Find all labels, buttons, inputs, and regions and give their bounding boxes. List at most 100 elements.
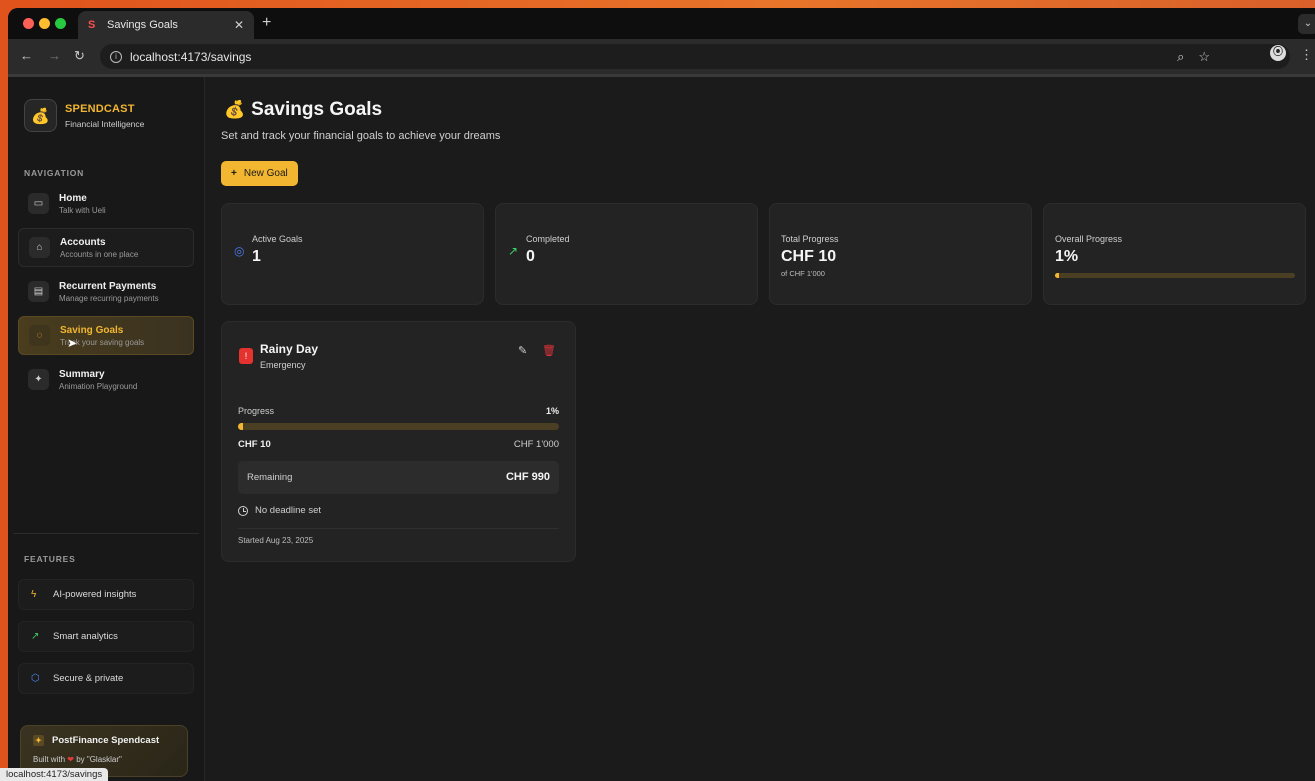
goal-progress-percent: 1% [545, 406, 559, 416]
reload-icon[interactable]: ↻ [74, 48, 85, 64]
brand[interactable]: 💰 SPENDCAST Financial Intelligence [24, 99, 144, 132]
sidebar-item-subtitle: Talk with Ueli [59, 205, 106, 215]
sidebar-item-subtitle: Manage recurring payments [59, 293, 159, 303]
goal-divider [238, 528, 559, 529]
maximize-window-button[interactable] [55, 18, 66, 29]
plus-icon: + [231, 168, 237, 179]
forward-arrow-icon[interactable]: → [48, 48, 61, 63]
stat-value: 1% [1055, 248, 1079, 265]
new-goal-button[interactable]: + New Goal [221, 161, 298, 186]
stat-card-active-goals: ◎ Active Goals 1 [221, 203, 484, 305]
mouse-cursor-icon: ➤ [67, 336, 78, 350]
brand-name: SPENDCAST [65, 102, 135, 115]
feature-ai-insights: ϟ AI-powered insights [18, 579, 194, 610]
sidebar-item-saving-goals[interactable]: ◌ Saving Goals Track your saving goals [18, 316, 194, 355]
page-subtitle: Set and track your financial goals to ac… [221, 130, 501, 142]
feature-label: Secure & private [53, 673, 124, 684]
deadline-text: No deadline set [255, 505, 322, 516]
goal-progress-fill [238, 423, 243, 430]
goal-deadline: No deadline set [238, 505, 321, 516]
tab-search-button[interactable]: ⌄ [1298, 14, 1315, 34]
stat-card-completed: ↗ Completed 0 [495, 203, 758, 305]
goal-name: Rainy Day [260, 342, 319, 356]
sparkles-icon: ✦ [28, 369, 49, 390]
money-bag-icon: 💰 [224, 100, 246, 119]
browser-menu-icon[interactable]: ⋮ [1300, 47, 1313, 63]
close-tab-icon[interactable]: ✕ [234, 18, 244, 32]
sidebar-item-title: Summary [59, 368, 105, 380]
feature-label: Smart analytics [53, 631, 118, 642]
goal-started-date: Started Aug 23, 2025 [238, 536, 314, 545]
stat-note: of CHF 1'000 [781, 269, 825, 278]
home-icon: ⌂ [29, 237, 50, 258]
chat-icon: ▭ [28, 193, 49, 214]
edit-icon[interactable]: ✎ [518, 344, 527, 357]
sidebar-divider [13, 533, 199, 534]
sparkle-icon: ✦ [33, 735, 44, 746]
goal-category: Emergency [260, 360, 306, 370]
trash-icon[interactable]: 🗑 [542, 344, 556, 357]
remaining-value: CHF 990 [505, 471, 550, 483]
new-tab-button[interactable]: + [262, 14, 271, 32]
sidebar-item-home[interactable]: ▭ Home Talk with Ueli [18, 184, 194, 223]
goal-card[interactable]: ! Rainy Day Emergency ✎ 🗑 Progress 1% CH… [221, 321, 576, 562]
remaining-label: Remaining [247, 472, 293, 483]
sidebar-item-subtitle: Accounts in one place [60, 249, 139, 259]
stat-label: Active Goals [252, 234, 303, 244]
minimize-window-button[interactable] [39, 18, 50, 29]
stat-label: Completed [526, 234, 570, 244]
profile-avatar-icon[interactable]: ⦿ [1270, 45, 1286, 61]
zoom-icon[interactable]: ⌕ [1177, 49, 1184, 65]
feature-secure-private: ⬡ Secure & private [18, 663, 194, 694]
bookmark-star-icon[interactable]: ☆ [1198, 49, 1210, 65]
browser-window: S Savings Goals ✕ + ⌄ ← → ↻ i localhost:… [8, 8, 1315, 781]
sidebar-item-title: Saving Goals [60, 324, 124, 336]
overall-progress-bar [1055, 273, 1295, 278]
close-window-button[interactable] [23, 18, 34, 29]
trending-up-icon: ↗ [508, 244, 519, 258]
stat-label: Total Progress [781, 234, 839, 244]
url-text: localhost:4173/savings [130, 49, 252, 64]
stat-value: 1 [252, 248, 261, 265]
footer-built-prefix: Built with [33, 755, 66, 764]
sidebar-item-title: Home [59, 192, 87, 204]
favicon-icon: S [88, 18, 96, 31]
stat-card-overall-progress: Overall Progress 1% [1043, 203, 1306, 305]
goal-current-amount: CHF 10 [238, 439, 271, 450]
sidebar-item-accounts[interactable]: ⌂ Accounts Accounts in one place [18, 228, 194, 267]
goal-progress-label: Progress [238, 406, 275, 416]
back-arrow-icon[interactable]: ← [20, 48, 33, 63]
stat-label: Overall Progress [1055, 234, 1123, 244]
clock-icon [238, 505, 248, 516]
sidebar-item-summary[interactable]: ✦ Summary Animation Playground [18, 360, 194, 399]
page-title: 💰 Savings Goals [224, 99, 382, 121]
overall-progress-fill [1055, 273, 1059, 278]
browser-tab[interactable]: S Savings Goals ✕ [78, 11, 254, 39]
stat-value: CHF 10 [781, 248, 837, 265]
sidebar: 💰 SPENDCAST Financial Intelligence NAVIG… [8, 77, 205, 781]
brand-tagline: Financial Intelligence [65, 118, 145, 129]
siren-icon: ! [239, 348, 253, 364]
brand-logo-icon: 💰 [24, 99, 57, 132]
tab-strip: S Savings Goals ✕ + ⌄ [8, 8, 1315, 39]
trending-up-icon: ↗ [31, 631, 40, 642]
sidebar-item-recurrent-payments[interactable]: ▤ Recurrent Payments Manage recurring pa… [18, 272, 194, 311]
target-icon: ◎ [234, 244, 245, 258]
heart-icon: ❤ [67, 755, 74, 764]
site-info-icon[interactable]: i [110, 50, 122, 63]
sidebar-item-subtitle: Animation Playground [59, 381, 138, 391]
address-bar[interactable]: i localhost:4173/savings ⌕ ☆ [100, 44, 1290, 69]
sidebar-item-title: Accounts [60, 236, 106, 248]
footer-credit: Built with ❤ by "Glasklar" [33, 755, 175, 764]
feature-label: AI-powered insights [53, 589, 137, 600]
shield-icon: ⬡ [31, 673, 40, 684]
piggy-bank-icon: ◌ [29, 325, 50, 346]
stat-value: 0 [526, 248, 535, 265]
page-title-text: Savings Goals [251, 99, 383, 120]
remaining-box: Remaining CHF 990 [238, 461, 559, 494]
lightning-icon: ϟ [31, 589, 37, 600]
goal-target-amount: CHF 1'000 [513, 439, 559, 450]
feature-smart-analytics: ↗ Smart analytics [18, 621, 194, 652]
card-icon: ▤ [28, 281, 49, 302]
new-goal-label: New Goal [243, 168, 288, 179]
